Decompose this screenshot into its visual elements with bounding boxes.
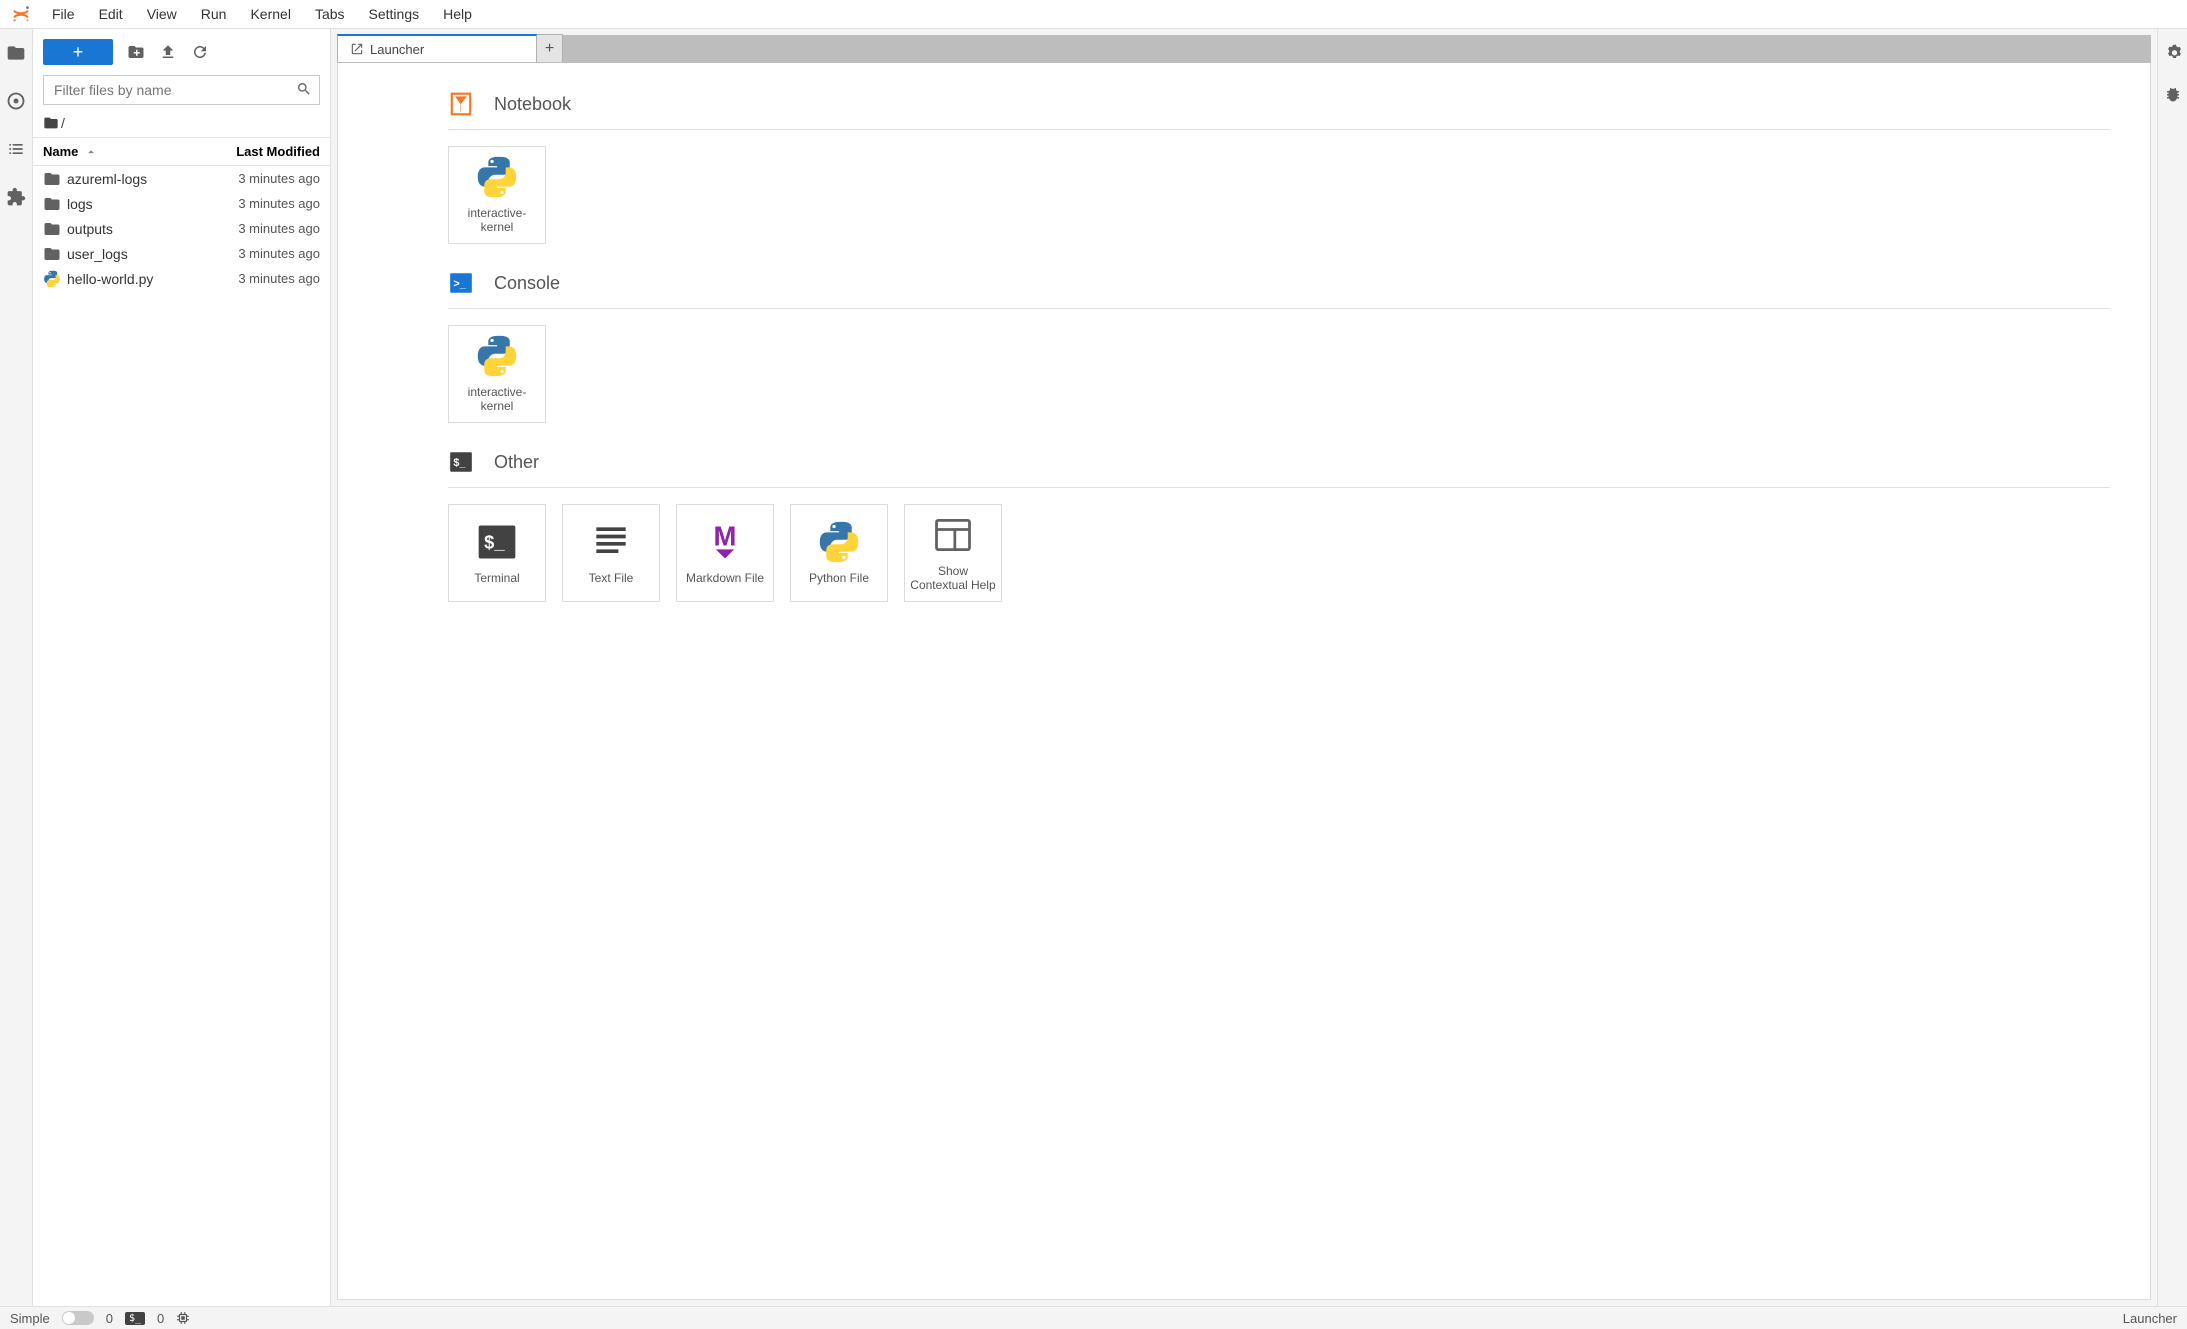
dock-area: Launcher + Notebook interactive-kernel C… [337, 35, 2151, 1300]
launcher-card[interactable]: Markdown File [676, 504, 774, 602]
launcher-body: Notebook interactive-kernel Console inte… [337, 63, 2151, 1300]
terminal-badge-icon: $_ [125, 1312, 145, 1325]
terminal-section-icon [448, 449, 474, 475]
column-name[interactable]: Name [33, 144, 200, 159]
main-area: + / Name Last Modified azureml-logs3 min… [0, 29, 2187, 1306]
card-label: interactive-kernel [449, 207, 545, 235]
card-label: Markdown File [682, 572, 768, 586]
file-row[interactable]: hello-world.py3 minutes ago [33, 266, 330, 291]
sort-asc-icon [84, 145, 98, 159]
debugger-icon[interactable] [2164, 85, 2182, 103]
file-name: user_logs [67, 246, 200, 262]
section-label: Other [494, 452, 539, 473]
file-list-header: Name Last Modified [33, 138, 330, 166]
menu-help[interactable]: Help [431, 0, 484, 28]
file-name: azureml-logs [67, 171, 200, 187]
launch-icon [350, 42, 364, 56]
card-label: Python File [805, 572, 873, 586]
section-label: Console [494, 273, 560, 294]
file-modified: 3 minutes ago [200, 171, 330, 186]
new-launcher-button[interactable]: + [43, 39, 113, 65]
status-bar: Simple 0 $_ 0 Launcher [0, 1306, 2187, 1329]
help-icon [931, 513, 975, 557]
file-modified: 3 minutes ago [200, 196, 330, 211]
tab-title: Launcher [370, 42, 424, 57]
card-label: Show Contextual Help [905, 565, 1001, 593]
menu-view[interactable]: View [135, 0, 189, 28]
tab-launcher[interactable]: Launcher [337, 34, 537, 62]
upload-icon[interactable] [159, 43, 177, 61]
file-browser-toolbar: + [33, 29, 330, 71]
file-row[interactable]: user_logs3 minutes ago [33, 241, 330, 266]
launcher-card[interactable]: Show Contextual Help [904, 504, 1002, 602]
file-name: logs [67, 196, 200, 212]
card-label: Terminal [470, 572, 523, 586]
menu-file[interactable]: File [40, 0, 87, 28]
section-console: Console interactive-kernel [448, 270, 2110, 423]
file-row[interactable]: logs3 minutes ago [33, 191, 330, 216]
kernels-count[interactable]: 0 [157, 1311, 164, 1326]
launcher-card[interactable]: interactive-kernel [448, 146, 546, 244]
status-mode: Launcher [2123, 1311, 2177, 1326]
notebook-icon [448, 91, 474, 117]
jupyter-logo-icon [10, 3, 32, 25]
section-other: Other Terminal Text File Markdown File P… [448, 449, 2110, 602]
menu-edit[interactable]: Edit [87, 0, 135, 28]
section-label: Notebook [494, 94, 571, 115]
extensions-icon[interactable] [6, 187, 26, 207]
section-notebook: Notebook interactive-kernel [448, 91, 2110, 244]
file-modified: 3 minutes ago [200, 221, 330, 236]
simple-mode-toggle[interactable] [62, 1311, 94, 1325]
right-activity-bar [2157, 29, 2187, 1306]
launcher-card[interactable]: interactive-kernel [448, 325, 546, 423]
left-activity-bar [0, 29, 33, 1306]
text-icon [589, 520, 633, 564]
folder-icon [43, 115, 59, 131]
property-inspector-icon[interactable] [2164, 43, 2182, 61]
new-folder-icon[interactable] [127, 43, 145, 61]
folder-icon[interactable] [6, 43, 26, 63]
launcher-card[interactable]: Terminal [448, 504, 546, 602]
terminal-icon [475, 520, 519, 564]
add-tab-button[interactable]: + [537, 34, 563, 62]
card-label: interactive-kernel [449, 386, 545, 414]
python-icon [475, 155, 519, 199]
file-row[interactable]: azureml-logs3 minutes ago [33, 166, 330, 191]
python-icon [475, 334, 519, 378]
toc-icon[interactable] [6, 139, 26, 159]
file-modified: 3 minutes ago [200, 271, 330, 286]
menu-settings[interactable]: Settings [357, 0, 432, 28]
column-modified[interactable]: Last Modified [200, 144, 330, 159]
python-icon [43, 270, 61, 288]
launcher-card[interactable]: Text File [562, 504, 660, 602]
breadcrumb[interactable]: / [33, 111, 330, 138]
file-filter-input[interactable] [43, 75, 320, 105]
console-icon [448, 270, 474, 296]
tab-bar: Launcher + [337, 35, 2151, 63]
menu-tabs[interactable]: Tabs [303, 0, 357, 28]
file-name: outputs [67, 221, 200, 237]
file-row[interactable]: outputs3 minutes ago [33, 216, 330, 241]
folder-icon [43, 179, 61, 329]
file-browser-panel: + / Name Last Modified azureml-logs3 min… [33, 29, 331, 1306]
file-name: hello-world.py [67, 271, 200, 287]
menu-kernel[interactable]: Kernel [238, 0, 302, 28]
refresh-icon[interactable] [191, 43, 209, 61]
markdown-icon [703, 520, 747, 564]
file-list: azureml-logs3 minutes agologs3 minutes a… [33, 166, 330, 1306]
menu-run[interactable]: Run [189, 0, 239, 28]
cpu-icon [176, 1311, 190, 1325]
file-modified: 3 minutes ago [200, 246, 330, 261]
card-label: Text File [585, 572, 638, 586]
terminals-count[interactable]: 0 [106, 1311, 113, 1326]
menu-bar: FileEditViewRunKernelTabsSettingsHelp [0, 0, 2187, 29]
file-filter [43, 75, 320, 105]
simple-mode-label: Simple [10, 1311, 50, 1326]
launcher-card[interactable]: Python File [790, 504, 888, 602]
search-icon [296, 81, 312, 97]
python-icon [817, 520, 861, 564]
running-icon[interactable] [6, 91, 26, 111]
breadcrumb-root: / [61, 115, 65, 131]
